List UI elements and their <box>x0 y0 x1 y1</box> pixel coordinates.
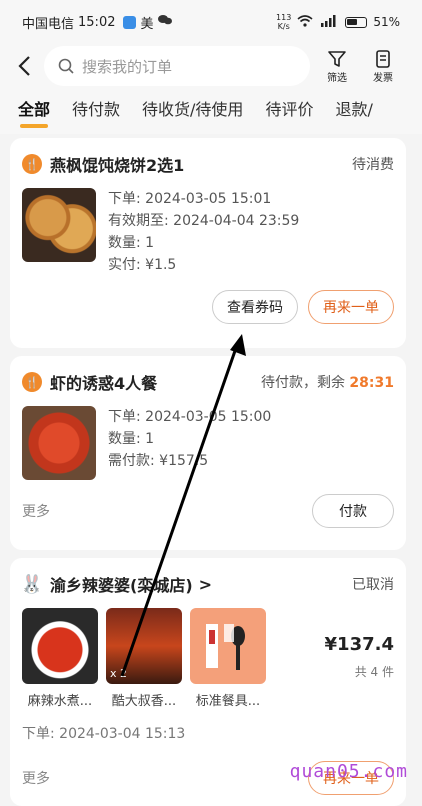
restaurant-icon: 🍴 <box>22 372 42 392</box>
order-time: 下单: 2024-03-05 15:01 <box>108 191 272 207</box>
order-status: 待消费 <box>352 157 394 173</box>
back-button[interactable] <box>12 51 36 81</box>
product-image[interactable] <box>22 406 96 480</box>
reorder-button[interactable]: 再来一单 <box>308 290 394 324</box>
view-voucher-button[interactable]: 查看券码 <box>212 290 298 324</box>
item-name: 标准餐具... <box>195 694 261 709</box>
filter-label: 筛选 <box>327 72 347 84</box>
shop-name[interactable]: 渝乡辣婆婆(栾城店) <box>50 572 193 596</box>
amount-due: 需付款: ¥157.5 <box>108 453 209 469</box>
tab-pending-use[interactable]: 待收货/待使用 <box>142 96 243 126</box>
more-link[interactable]: 更多 <box>22 501 50 521</box>
order-time: 下单: 2024-03-04 15:13 <box>22 726 186 742</box>
shop-mascot-icon: 🐰 <box>20 573 44 595</box>
quantity: 数量: 1 <box>108 431 155 447</box>
tab-pending-payment[interactable]: 待付款 <box>72 96 120 126</box>
carrier: 中国电信 <box>22 16 75 32</box>
product-image <box>190 608 266 684</box>
order-status: 待付款，剩余 28:31 <box>261 372 394 392</box>
order-status: 已取消 <box>352 577 394 593</box>
invoice-icon <box>376 49 390 68</box>
product-image <box>22 608 98 684</box>
item-name: 麻辣水煮... <box>27 694 93 709</box>
restaurant-icon: 🍴 <box>22 154 42 174</box>
tab-pending-review[interactable]: 待评价 <box>265 96 313 126</box>
app-notification-icon <box>123 15 137 29</box>
valid-until: 有效期至: 2024-04-04 23:59 <box>108 213 300 229</box>
battery-level: 51% <box>373 15 400 29</box>
item-quantity: x 2 <box>110 667 128 680</box>
item-name: 酷大叔香... <box>111 694 177 709</box>
order-tabs: 全部 待付款 待收货/待使用 待评价 退款/ <box>0 88 422 134</box>
order-item[interactable]: 麻辣水煮... <box>22 608 98 709</box>
order-time: 下单: 2024-03-05 15:00 <box>108 409 272 425</box>
tab-all[interactable]: 全部 <box>18 96 50 128</box>
quantity: 数量: 1 <box>108 235 155 251</box>
order-item[interactable]: 标准餐具... <box>190 608 266 709</box>
search-placeholder: 搜索我的订单 <box>82 57 173 76</box>
battery-icon <box>345 16 368 28</box>
product-image: x 2 <box>106 608 182 684</box>
chevron-left-icon <box>18 56 30 76</box>
signal-icon <box>319 14 339 30</box>
shop-name[interactable]: 虾的诱惑4人餐 <box>50 370 157 394</box>
product-image[interactable] <box>22 188 96 262</box>
order-item[interactable]: x 2 酷大叔香... <box>106 608 182 709</box>
invoice-button[interactable]: 发票 <box>364 49 402 84</box>
search-icon <box>58 58 74 74</box>
watermark: quan05.com <box>289 761 408 782</box>
search-input[interactable]: 搜索我的订单 <box>44 46 310 86</box>
item-count: 共 4 件 <box>354 665 394 679</box>
net-speed: 113 K/s <box>276 13 292 31</box>
status-bar: 中国电信 15:02 美 113 K/s 51% <box>0 0 422 44</box>
header: 搜索我的订单 筛选 发票 <box>0 44 422 88</box>
payment-countdown: 28:31 <box>349 375 394 391</box>
tableware-icon <box>206 624 245 670</box>
more-link[interactable]: 更多 <box>22 768 50 788</box>
chevron-right-icon[interactable]: > <box>199 575 212 594</box>
order-card[interactable]: 🍴 燕枫馄饨烧饼2选1 待消费 下单: 2024-03-05 15:01 有效期… <box>10 138 406 348</box>
clock: 15:02 <box>78 14 116 30</box>
total-price: ¥137.4 <box>324 634 394 655</box>
filter-button[interactable]: 筛选 <box>318 49 356 84</box>
app-badge: 美 <box>140 16 154 32</box>
wechat-icon <box>157 14 172 30</box>
invoice-label: 发票 <box>373 72 393 84</box>
filter-icon <box>328 50 346 67</box>
shop-name[interactable]: 燕枫馄饨烧饼2选1 <box>50 152 184 176</box>
pay-button[interactable]: 付款 <box>312 494 394 528</box>
wifi-icon <box>297 14 313 30</box>
tab-refund[interactable]: 退款/ <box>335 96 372 126</box>
order-card[interactable]: 🍴 虾的诱惑4人餐 待付款，剩余 28:31 下单: 2024-03-05 15… <box>10 356 406 550</box>
status-text: 待付款，剩余 <box>260 375 350 391</box>
amount-paid: 实付: ¥1.5 <box>108 257 177 273</box>
